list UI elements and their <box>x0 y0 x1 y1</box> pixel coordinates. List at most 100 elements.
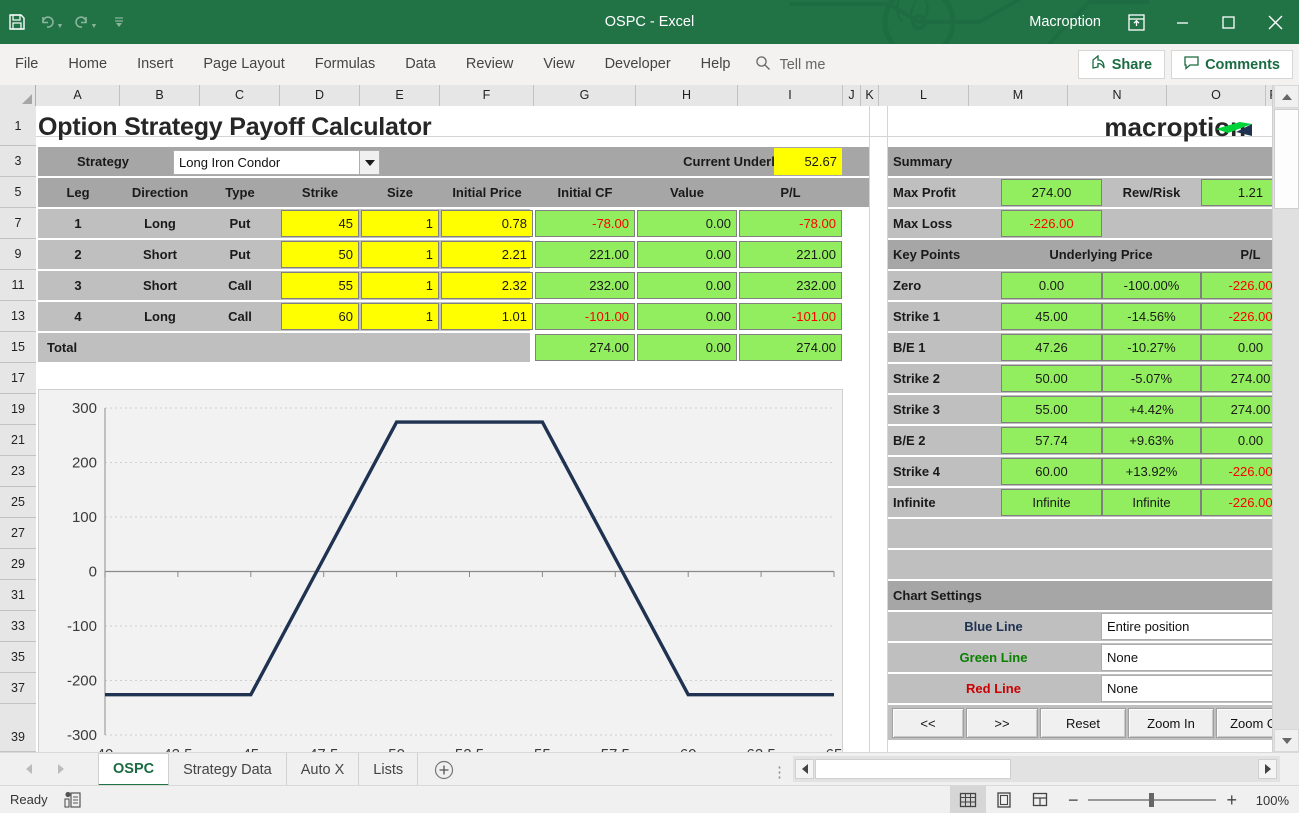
column-header-a[interactable]: A <box>36 85 120 106</box>
leg-3-strike[interactable]: 55 <box>281 272 359 299</box>
row-header-9[interactable]: 9 <box>0 239 36 270</box>
ribbon-tab-data[interactable]: Data <box>390 44 451 85</box>
row-header-31[interactable]: 31 <box>0 580 36 611</box>
horizontal-scrollbar[interactable] <box>793 756 1280 782</box>
scroll-down-button[interactable] <box>1274 729 1299 752</box>
ribbon-tab-formulas[interactable]: Formulas <box>300 44 390 85</box>
ribbon-tab-view[interactable]: View <box>528 44 589 85</box>
zoom-out-icon[interactable]: − <box>1068 791 1079 809</box>
leg-4-size[interactable]: 1 <box>361 303 439 330</box>
leg-4-initial-price[interactable]: 1.01 <box>441 303 533 330</box>
chart-zoom-out-button[interactable]: Zoom Out <box>1216 708 1272 738</box>
ribbon-tab-page-layout[interactable]: Page Layout <box>188 44 299 85</box>
strategy-dropdown[interactable]: Long Iron Condor <box>173 150 380 175</box>
leg-2-strike[interactable]: 50 <box>281 241 359 268</box>
vertical-scrollbar[interactable] <box>1272 85 1299 752</box>
column-header-l[interactable]: L <box>879 85 969 106</box>
share-button[interactable]: Share <box>1077 50 1166 79</box>
ribbon-tab-insert[interactable]: Insert <box>122 44 188 85</box>
column-header-j[interactable]: J <box>843 85 861 106</box>
row-header-3[interactable]: 3 <box>0 146 36 177</box>
column-header-i[interactable]: I <box>738 85 843 106</box>
chevron-down-icon[interactable] <box>359 151 379 174</box>
vertical-scroll-thumb[interactable] <box>1274 109 1299 209</box>
column-header-f[interactable]: F <box>440 85 534 106</box>
row-header-35[interactable]: 35 <box>0 642 36 673</box>
normal-view-button[interactable] <box>950 786 986 813</box>
sheet-canvas[interactable]: Option Strategy Payoff Calculator macrop… <box>36 106 1272 752</box>
zoom-slider[interactable] <box>1088 793 1217 807</box>
scroll-left-button[interactable] <box>795 759 814 779</box>
row-header-17[interactable]: 17 <box>0 363 36 394</box>
ribbon-tab-review[interactable]: Review <box>451 44 529 85</box>
row-header-5[interactable]: 5 <box>0 177 36 208</box>
row-header-27[interactable]: 27 <box>0 518 36 549</box>
accessibility-icon[interactable] <box>64 791 82 813</box>
leg-2-size[interactable]: 1 <box>361 241 439 268</box>
tab-split-handle[interactable]: ⋮ <box>772 763 787 781</box>
column-header-e[interactable]: E <box>360 85 440 106</box>
ribbon-display-options-icon[interactable] <box>1113 0 1159 44</box>
sheet-tab-ospc[interactable]: OSPC <box>98 753 170 786</box>
scroll-right-button[interactable] <box>1258 759 1277 779</box>
column-header-h[interactable]: H <box>636 85 738 106</box>
row-header-21[interactable]: 21 <box>0 425 36 456</box>
tell-me-search[interactable]: Tell me <box>755 55 825 75</box>
next-sheet-icon[interactable] <box>54 760 68 778</box>
sheet-tab-auto-x[interactable]: Auto X <box>287 753 360 786</box>
leg-1-initial-price[interactable]: 0.78 <box>441 210 533 237</box>
chart-reset-button[interactable]: Reset <box>1040 708 1126 738</box>
select-all-corner[interactable] <box>0 85 36 106</box>
column-header-d[interactable]: D <box>280 85 360 106</box>
row-header-33[interactable]: 33 <box>0 611 36 642</box>
row-header-1[interactable]: 1 <box>0 106 36 146</box>
sheet-tab-lists[interactable]: Lists <box>359 753 419 786</box>
payoff-chart[interactable]: 300 200 100 0 -100 -200 -300 40 42.5 45 … <box>38 389 843 752</box>
row-header-37[interactable]: 37 <box>0 673 36 704</box>
column-header-k[interactable]: K <box>861 85 879 106</box>
account-name[interactable]: Macroption <box>1017 14 1113 30</box>
horizontal-scroll-thumb[interactable] <box>815 759 1011 779</box>
column-header-g[interactable]: G <box>534 85 636 106</box>
ribbon-tab-developer[interactable]: Developer <box>590 44 686 85</box>
minimize-icon[interactable] <box>1159 0 1205 44</box>
row-header-29[interactable]: 29 <box>0 549 36 580</box>
row-header-19[interactable]: 19 <box>0 394 36 425</box>
zoom-in-icon[interactable]: + <box>1226 791 1237 809</box>
ribbon-tab-home[interactable]: Home <box>53 44 122 85</box>
row-header-39[interactable]: 39 <box>0 704 36 752</box>
comments-button[interactable]: Comments <box>1171 50 1293 79</box>
leg-3-initial-price[interactable]: 2.32 <box>441 272 533 299</box>
page-layout-view-button[interactable] <box>986 786 1022 813</box>
sheet-tab-strategy-data[interactable]: Strategy Data <box>169 753 287 786</box>
maximize-icon[interactable] <box>1205 0 1251 44</box>
column-header-c[interactable]: C <box>200 85 280 106</box>
row-header-15[interactable]: 15 <box>0 332 36 363</box>
column-header-n[interactable]: N <box>1068 85 1167 106</box>
green-line-dropdown[interactable]: None <box>1101 644 1272 671</box>
row-header-7[interactable]: 7 <box>0 208 36 239</box>
chart-prev-button[interactable]: << <box>892 708 964 738</box>
ribbon-tab-file[interactable]: File <box>0 44 53 85</box>
leg-1-size[interactable]: 1 <box>361 210 439 237</box>
column-header-m[interactable]: M <box>969 85 1068 106</box>
column-header-b[interactable]: B <box>120 85 200 106</box>
ribbon-tab-help[interactable]: Help <box>686 44 746 85</box>
leg-1-strike[interactable]: 45 <box>281 210 359 237</box>
leg-3-size[interactable]: 1 <box>361 272 439 299</box>
zoom-slider-thumb[interactable] <box>1149 793 1155 807</box>
red-line-dropdown[interactable]: None <box>1101 675 1272 702</box>
chart-zoom-in-button[interactable]: Zoom In <box>1128 708 1214 738</box>
row-header-13[interactable]: 13 <box>0 301 36 332</box>
close-icon[interactable] <box>1251 0 1299 44</box>
zoom-level[interactable]: 100% <box>1247 793 1289 808</box>
leg-4-strike[interactable]: 60 <box>281 303 359 330</box>
blue-line-dropdown[interactable]: Entire position <box>1101 613 1272 640</box>
scroll-up-button[interactable] <box>1274 85 1299 108</box>
chart-next-button[interactable]: >> <box>966 708 1038 738</box>
page-break-preview-button[interactable] <box>1022 786 1058 813</box>
row-header-25[interactable]: 25 <box>0 487 36 518</box>
row-header-23[interactable]: 23 <box>0 456 36 487</box>
leg-2-initial-price[interactable]: 2.21 <box>441 241 533 268</box>
column-header-o[interactable]: O <box>1167 85 1266 106</box>
